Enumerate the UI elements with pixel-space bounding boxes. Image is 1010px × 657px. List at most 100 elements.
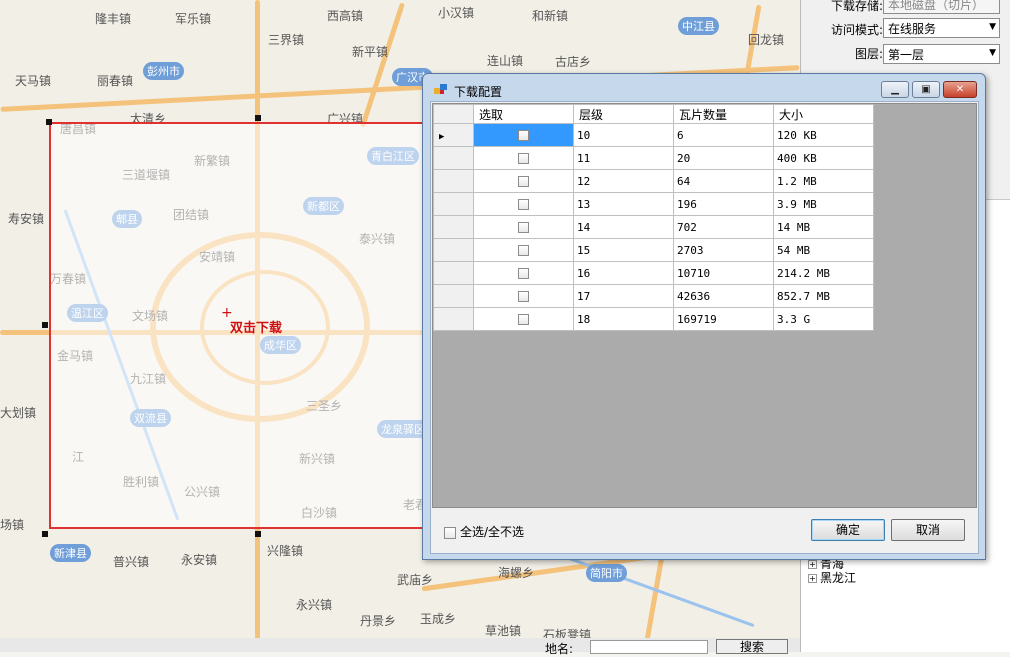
checkbox[interactable]: [518, 130, 529, 141]
dialog-titlebar[interactable]: 下载配置 ▁ ▣ ✕: [423, 74, 985, 104]
table-header-row: 选取 层级 瓦片数量 大小: [433, 104, 874, 124]
district-label: 彭州市: [143, 62, 184, 80]
town-label: 草池镇: [485, 624, 522, 638]
layer-select[interactable]: 第一层 ▼: [883, 44, 1000, 64]
row-header[interactable]: [433, 169, 474, 193]
download-config-dialog: 下载配置 ▁ ▣ ✕ 选取 层级 瓦片数量 大小 ▶ 10 6 120 KB 11 20 4…: [422, 73, 986, 560]
table-row[interactable]: 18 169719 3.3 G: [433, 307, 874, 331]
checkbox[interactable]: [518, 176, 529, 187]
maximize-button[interactable]: ▣: [912, 81, 940, 98]
size-cell: 3.9 MB: [773, 192, 874, 216]
town-label: 场镇: [0, 518, 25, 532]
select-all-label: 全选/全不选: [460, 525, 525, 539]
select-cell[interactable]: [473, 192, 574, 216]
town-label: 新平镇: [352, 45, 389, 59]
level-cell: 11: [573, 146, 674, 170]
dialog-body: 选取 层级 瓦片数量 大小 ▶ 10 6 120 KB 11 20 400 KB 12 64 1.…: [430, 101, 979, 554]
minimize-button[interactable]: ▁: [881, 81, 909, 98]
checkbox[interactable]: [518, 222, 529, 233]
access-mode-value: 在线服务: [888, 22, 937, 36]
resize-handle[interactable]: [255, 531, 261, 537]
select-cell[interactable]: [473, 146, 574, 170]
access-mode-select[interactable]: 在线服务 ▼: [883, 18, 1000, 38]
select-cell[interactable]: [473, 307, 574, 331]
column-header-tiles[interactable]: 瓦片数量: [673, 104, 774, 124]
town-label: 武庙乡: [397, 573, 434, 587]
minimize-icon: ▁: [891, 84, 899, 95]
resize-handle[interactable]: [42, 322, 48, 328]
row-header[interactable]: [433, 261, 474, 285]
layer-value: 第一层: [888, 48, 925, 62]
level-grid[interactable]: 选取 层级 瓦片数量 大小 ▶ 10 6 120 KB 11 20 400 KB 12 64 1.…: [432, 103, 977, 508]
tree-item[interactable]: + 黑龙江: [808, 569, 856, 586]
select-cell[interactable]: [473, 123, 574, 147]
district-label: 新津县: [50, 544, 91, 562]
row-header[interactable]: [433, 238, 474, 262]
row-header[interactable]: [433, 192, 474, 216]
size-cell: 54 MB: [773, 238, 874, 262]
town-label: 隆丰镇: [95, 12, 132, 26]
checkbox[interactable]: [518, 245, 529, 256]
checkbox[interactable]: [518, 153, 529, 164]
select-cell[interactable]: [473, 261, 574, 285]
town-label: 大划镇: [0, 406, 37, 420]
tile-count-cell: 10710: [673, 261, 774, 285]
row-header[interactable]: [433, 146, 474, 170]
row-header[interactable]: ▶: [433, 123, 474, 147]
table-row[interactable]: 17 42636 852.7 MB: [433, 284, 874, 308]
expand-icon[interactable]: +: [808, 560, 817, 569]
checkbox[interactable]: [444, 526, 456, 539]
table-row[interactable]: ▶ 10 6 120 KB: [433, 123, 874, 147]
select-cell[interactable]: [473, 284, 574, 308]
table-row[interactable]: 15 2703 54 MB: [433, 238, 874, 262]
select-cell[interactable]: [473, 169, 574, 193]
close-icon: ✕: [955, 84, 965, 95]
table-row[interactable]: 13 196 3.9 MB: [433, 192, 874, 216]
column-header-select[interactable]: 选取: [473, 104, 574, 124]
region-tree[interactable]: + 青海 + 黑龙江: [808, 560, 856, 586]
row-header[interactable]: [433, 284, 474, 308]
tile-count-cell: 2703: [673, 238, 774, 262]
row-header[interactable]: [433, 215, 474, 239]
cancel-button[interactable]: 取消: [891, 519, 965, 541]
expand-icon[interactable]: +: [808, 574, 817, 583]
table-body: ▶ 10 6 120 KB 11 20 400 KB 12 64 1.2 MB 13 196 3.9 M…: [433, 123, 874, 331]
table-row[interactable]: 12 64 1.2 MB: [433, 169, 874, 193]
checkbox[interactable]: [518, 268, 529, 279]
checkbox[interactable]: [518, 199, 529, 210]
level-cell: 16: [573, 261, 674, 285]
town-label: 西高镇: [327, 9, 364, 23]
resize-handle[interactable]: [255, 115, 261, 121]
tile-count-cell: 196: [673, 192, 774, 216]
column-header-size[interactable]: 大小: [773, 104, 874, 124]
level-cell: 17: [573, 284, 674, 308]
table-row[interactable]: 16 10710 214.2 MB: [433, 261, 874, 285]
select-cell[interactable]: [473, 215, 574, 239]
town-label: 小汉镇: [438, 6, 475, 20]
town-label: 回龙镇: [748, 33, 785, 47]
column-header-level[interactable]: 层级: [573, 104, 674, 124]
town-label: 和新镇: [532, 9, 569, 23]
close-button[interactable]: ✕: [943, 81, 977, 98]
town-label: 丹景乡: [360, 614, 397, 628]
town-label: 古店乡: [555, 55, 592, 69]
town-label: 军乐镇: [175, 12, 212, 26]
checkbox[interactable]: [518, 314, 529, 325]
select-cell[interactable]: [473, 238, 574, 262]
town-label: 玉成乡: [420, 612, 457, 626]
size-cell: 214.2 MB: [773, 261, 874, 285]
table-row[interactable]: 11 20 400 KB: [433, 146, 874, 170]
town-label: 永兴镇: [296, 598, 333, 612]
tile-count-cell: 42636: [673, 284, 774, 308]
size-cell: 400 KB: [773, 146, 874, 170]
ok-button[interactable]: 确定: [811, 519, 885, 541]
table-row[interactable]: 14 702 14 MB: [433, 215, 874, 239]
tree-item[interactable]: + 青海: [808, 560, 856, 569]
resize-handle[interactable]: [42, 531, 48, 537]
checkbox[interactable]: [518, 291, 529, 302]
tree-item-label: 黑龙江: [820, 571, 857, 585]
layer-label: 图层:: [854, 47, 883, 61]
row-header[interactable]: [433, 307, 474, 331]
select-all-checkbox[interactable]: 全选/全不选: [444, 523, 524, 540]
resize-handle[interactable]: [46, 119, 52, 125]
